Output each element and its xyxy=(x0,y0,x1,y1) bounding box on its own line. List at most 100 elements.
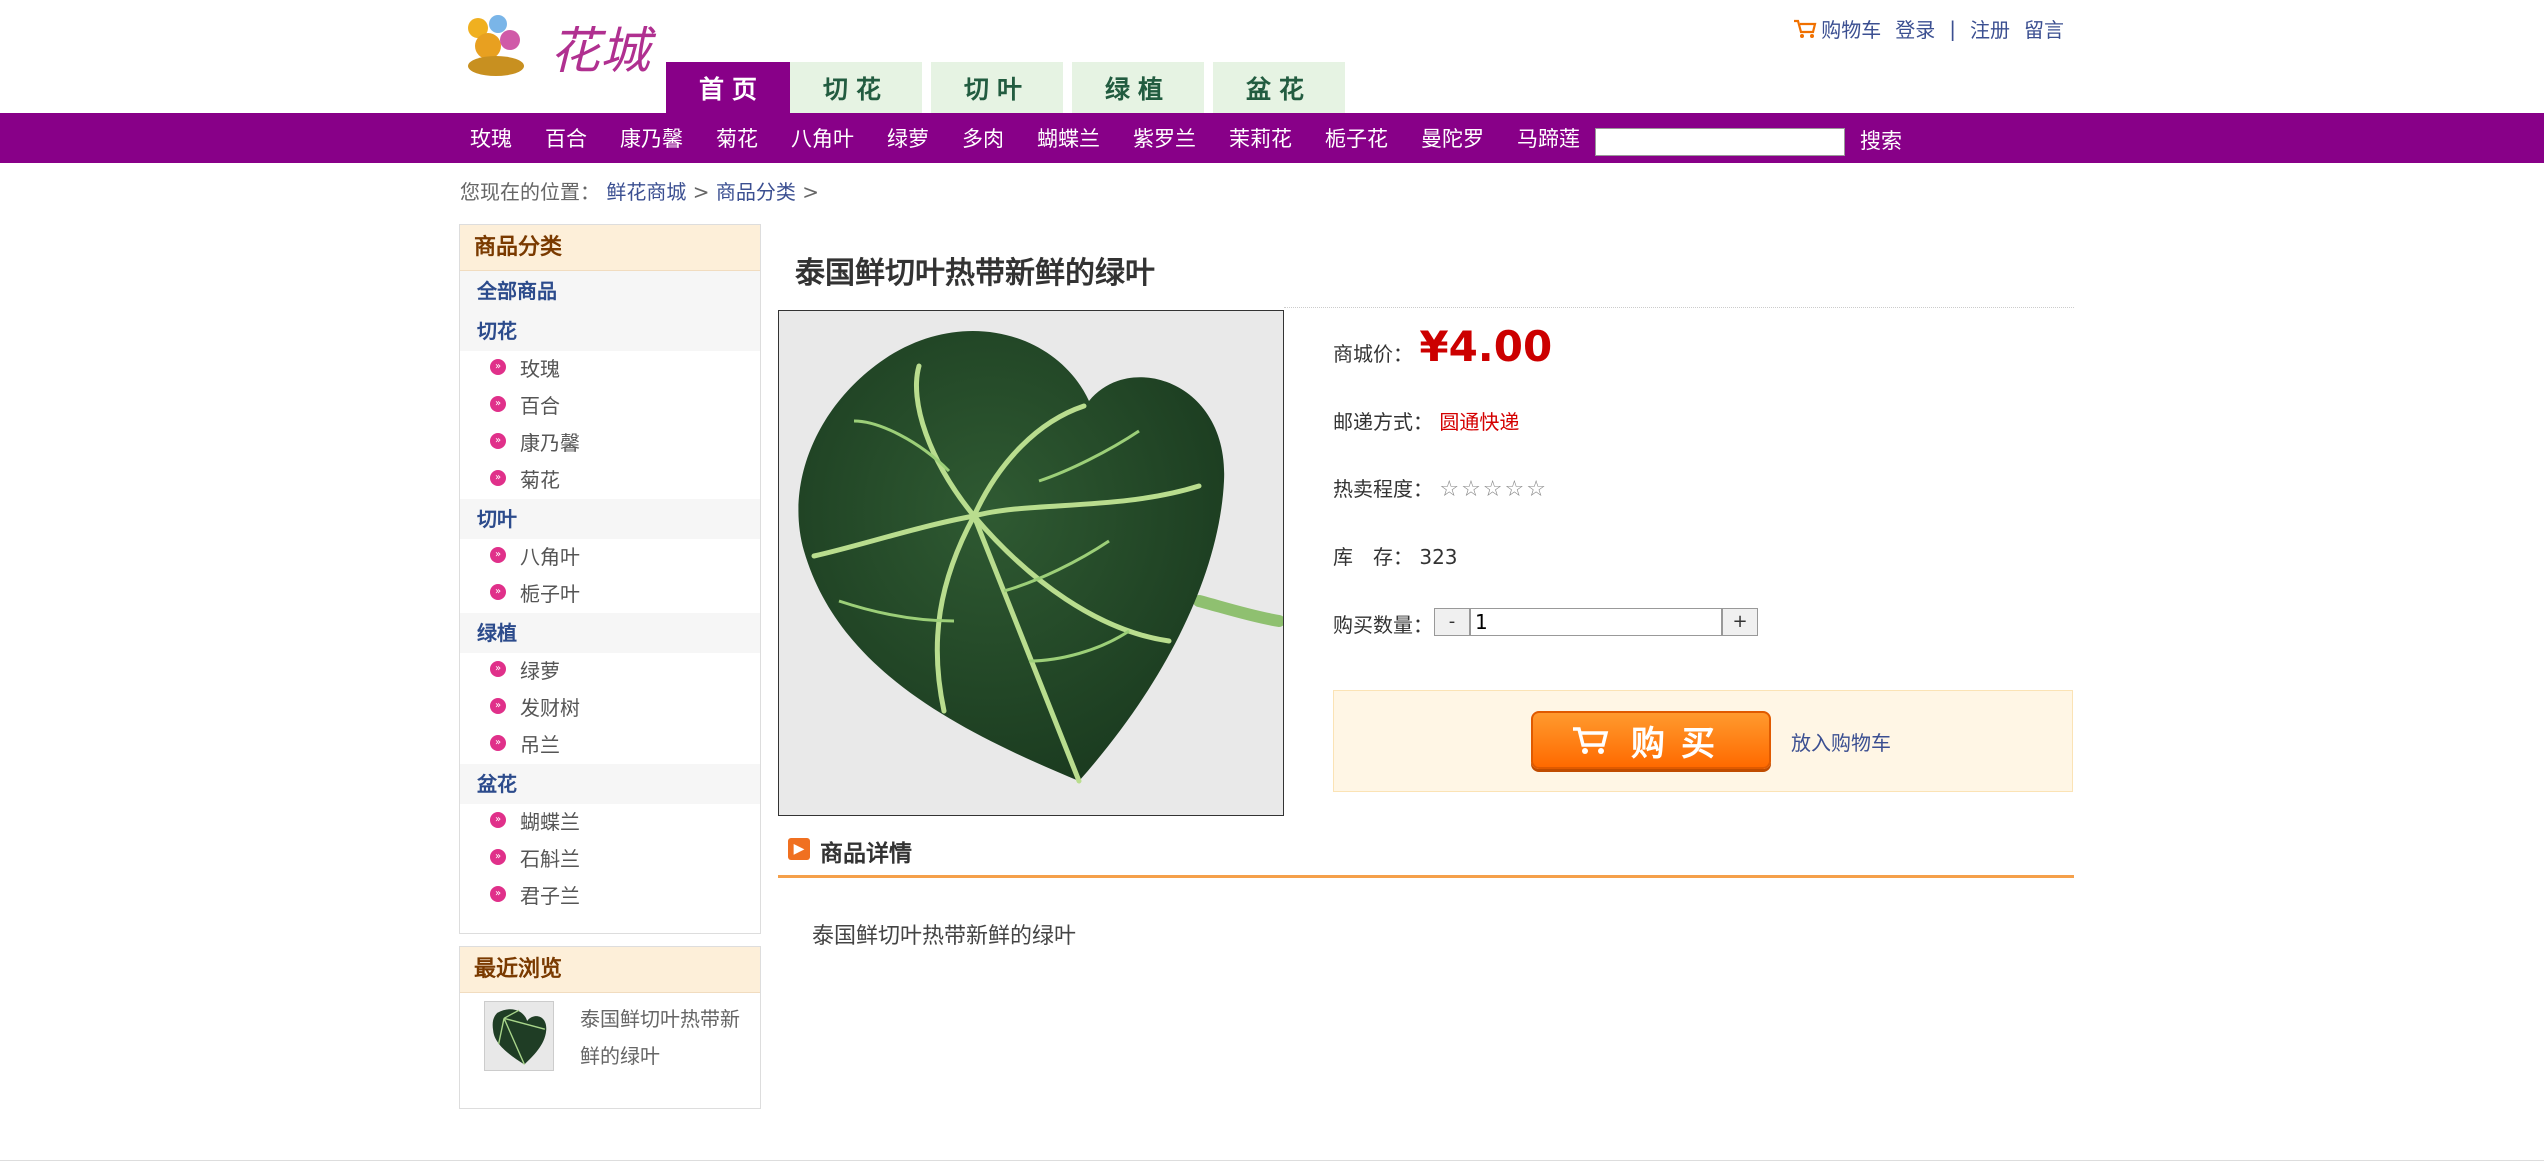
breadcrumb-sep: > xyxy=(802,180,819,204)
tab-green-plants[interactable]: 绿植 xyxy=(1072,62,1204,113)
category-item[interactable]: » 栀子叶 xyxy=(460,576,760,613)
bullet-icon: » xyxy=(490,886,506,902)
breadcrumb-sep: > xyxy=(692,180,710,204)
category-item-label: 百合 xyxy=(520,394,560,418)
tab-potted-flowers[interactable]: 盆花 xyxy=(1213,62,1345,113)
product-detail-title: 商品详情 xyxy=(820,841,912,867)
category-group-cut-leaves[interactable]: 切叶 xyxy=(460,499,760,539)
recent-item-thumbnail[interactable] xyxy=(484,1001,554,1071)
quantity-decrease-button[interactable]: - xyxy=(1434,608,1470,636)
bullet-icon: » xyxy=(490,584,506,600)
quantity-increase-button[interactable]: + xyxy=(1722,608,1758,636)
buy-now-button[interactable]: 购买 xyxy=(1531,711,1771,769)
buy-now-label: 购买 xyxy=(1631,723,1731,764)
category-item[interactable]: » 君子兰 xyxy=(460,878,760,915)
shipping-row: 邮递方式： 圆通快递 xyxy=(1333,406,1519,435)
price-label: 商城价： xyxy=(1333,342,1413,366)
category-item[interactable]: » 康乃馨 xyxy=(460,425,760,462)
category-group-cut-flowers[interactable]: 切花 xyxy=(460,311,760,351)
bullet-icon: » xyxy=(490,735,506,751)
quantity-input[interactable] xyxy=(1470,608,1722,636)
category-item[interactable]: » 八角叶 xyxy=(460,539,760,576)
add-to-cart-link[interactable]: 放入购物车 xyxy=(1791,727,1891,756)
tab-cut-leaves[interactable]: 切叶 xyxy=(931,62,1063,113)
nav-item-gardenia[interactable]: 栀子花 xyxy=(1325,123,1388,153)
category-item[interactable]: » 石斛兰 xyxy=(460,841,760,878)
category-item-label: 蝴蝶兰 xyxy=(520,810,580,834)
product-price: ¥4.00 xyxy=(1419,322,1553,371)
category-nav-items: 玫瑰 百合 康乃馨 菊花 八角叶 绿萝 多肉 蝴蝶兰 紫罗兰 茉莉花 栀子花 曼… xyxy=(470,113,1613,163)
nav-item-carnation[interactable]: 康乃馨 xyxy=(620,123,683,153)
footer-divider xyxy=(0,1160,2544,1161)
nav-item-chrysanthemum[interactable]: 菊花 xyxy=(716,123,758,153)
buy-panel: 购买 放入购物车 xyxy=(1333,690,2073,792)
category-sidebar-title: 商品分类 xyxy=(460,225,760,271)
search-button[interactable]: 搜索 xyxy=(1860,125,1902,155)
nav-item-fatsia[interactable]: 八角叶 xyxy=(791,123,854,153)
title-divider xyxy=(1284,307,2074,308)
message-link[interactable]: 留言 xyxy=(2024,14,2064,43)
nav-item-succulent[interactable]: 多肉 xyxy=(962,123,1004,153)
nav-item-pothos[interactable]: 绿萝 xyxy=(887,123,929,153)
nav-item-violet[interactable]: 紫罗兰 xyxy=(1133,123,1196,153)
recent-item-link[interactable]: 泰国鲜切叶热带新鲜的绿叶 xyxy=(580,1001,750,1075)
category-nav-bar: 玫瑰 百合 康乃馨 菊花 八角叶 绿萝 多肉 蝴蝶兰 紫罗兰 茉莉花 栀子花 曼… xyxy=(0,113,2544,163)
product-image[interactable] xyxy=(778,310,1284,816)
bullet-icon: » xyxy=(490,698,506,714)
bullet-icon: » xyxy=(490,470,506,486)
stock-value: 323 xyxy=(1419,545,1458,569)
category-sidebar: 商品分类 全部商品 切花 » 玫瑰 » 百合 » 康乃馨 » 菊花 切叶 » 八角叶 » 栀… xyxy=(459,224,761,934)
tab-home[interactable]: 首页 xyxy=(666,62,798,113)
arrow-right-icon: ▶ xyxy=(788,838,810,860)
cart-icon xyxy=(1573,727,1609,754)
category-item-label: 八角叶 xyxy=(520,545,580,569)
price-row: 商城价： ¥4.00 xyxy=(1333,322,1552,371)
cart-link[interactable]: 购物车 xyxy=(1793,14,1881,43)
quantity-label: 购买数量： xyxy=(1333,613,1433,637)
category-item-label: 石斛兰 xyxy=(520,847,580,871)
bullet-icon: » xyxy=(490,433,506,449)
category-all[interactable]: 全部商品 xyxy=(460,271,760,311)
bullet-icon: » xyxy=(490,547,506,563)
bullet-icon: » xyxy=(490,661,506,677)
nav-item-datura[interactable]: 曼陀罗 xyxy=(1421,123,1484,153)
site-header: 花城 首页 切花 切叶 绿植 盆花 购物车 登录 | 注册 留言 xyxy=(0,0,2544,113)
cart-link-label[interactable]: 购物车 xyxy=(1821,14,1881,43)
category-item[interactable]: » 菊花 xyxy=(460,462,760,499)
breadcrumb-home-link[interactable]: 鲜花商城 xyxy=(606,180,686,204)
cart-icon xyxy=(1794,19,1817,38)
category-group-potted-flowers[interactable]: 盆花 xyxy=(460,764,760,804)
link-separator: | xyxy=(1949,16,1956,41)
category-item[interactable]: » 发财树 xyxy=(460,690,760,727)
category-item[interactable]: » 百合 xyxy=(460,388,760,425)
category-item-label: 玫瑰 xyxy=(520,357,560,381)
stock-label: 库 存： xyxy=(1333,545,1413,569)
nav-item-jasmine[interactable]: 茉莉花 xyxy=(1229,123,1292,153)
category-item[interactable]: » 吊兰 xyxy=(460,727,760,764)
top-links: 购物车 登录 | 注册 留言 xyxy=(1793,14,2064,43)
category-item-label: 吊兰 xyxy=(520,733,560,757)
category-item[interactable]: » 绿萝 xyxy=(460,653,760,690)
nav-item-phalaenopsis[interactable]: 蝴蝶兰 xyxy=(1037,123,1100,153)
nav-item-lily[interactable]: 百合 xyxy=(545,123,587,153)
nav-item-rose[interactable]: 玫瑰 xyxy=(470,123,512,153)
product-title: 泰国鲜切叶热带新鲜的绿叶 xyxy=(795,256,1155,291)
popularity-row: 热卖程度： ☆☆☆☆☆ xyxy=(1333,473,1548,502)
category-item[interactable]: » 玫瑰 xyxy=(460,351,760,388)
category-group-green-plants[interactable]: 绿植 xyxy=(460,613,760,653)
register-link[interactable]: 注册 xyxy=(1970,14,2010,43)
category-item[interactable]: » 蝴蝶兰 xyxy=(460,804,760,841)
breadcrumb-category-link[interactable]: 商品分类 xyxy=(716,180,796,204)
product-detail-text: 泰国鲜切叶热带新鲜的绿叶 xyxy=(812,924,1077,949)
nav-item-calla[interactable]: 马蹄莲 xyxy=(1517,123,1580,153)
stock-row: 库 存： 323 xyxy=(1333,541,1458,570)
breadcrumb-prefix: 您现在的位置： xyxy=(460,180,600,204)
star-rating-icon: ☆☆☆☆☆ xyxy=(1439,477,1548,502)
login-link[interactable]: 登录 xyxy=(1895,14,1935,43)
site-logo[interactable]: 花城 xyxy=(458,6,668,88)
category-item-label: 绿萝 xyxy=(520,659,560,683)
search-input[interactable] xyxy=(1595,128,1845,156)
bullet-icon: » xyxy=(490,396,506,412)
tab-cut-flowers[interactable]: 切花 xyxy=(790,62,922,113)
logo-text: 花城 xyxy=(550,22,657,80)
